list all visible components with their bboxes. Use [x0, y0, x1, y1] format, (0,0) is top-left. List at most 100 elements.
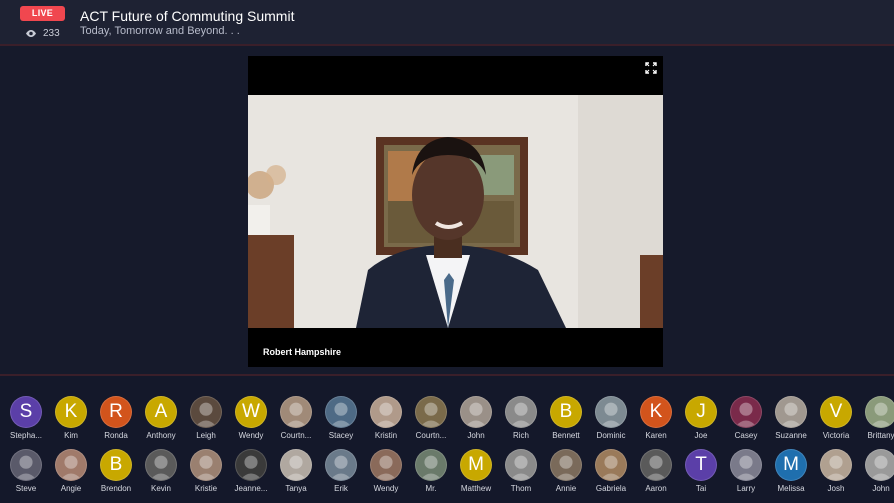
attendee-avatar[interactable] — [55, 449, 87, 481]
attendee-tile[interactable]: B Bennett — [543, 396, 589, 440]
attendee-tile[interactable]: Erik — [318, 449, 364, 493]
attendee-avatar[interactable] — [325, 449, 357, 481]
viewer-count-value: 233 — [43, 27, 60, 39]
fullscreen-icon[interactable] — [645, 62, 657, 74]
attendee-avatar[interactable]: T — [685, 449, 717, 481]
attendee-tile[interactable]: Kevin — [138, 449, 184, 493]
attendee-name: Ronda — [104, 431, 128, 440]
attendee-avatar[interactable] — [280, 396, 312, 428]
attendee-avatar[interactable] — [550, 449, 582, 481]
attendee-tile[interactable]: S Stepha... — [3, 396, 49, 440]
attendee-avatar[interactable] — [505, 449, 537, 481]
attendee-tile[interactable]: Josh — [813, 449, 859, 493]
profile-photo-icon — [824, 455, 848, 480]
attendee-tile[interactable]: Gabriela — [588, 449, 634, 493]
attendee-name: Annie — [555, 484, 577, 493]
attendee-tile[interactable]: Suzanne — [768, 396, 814, 440]
attendee-tile[interactable]: Kristie — [183, 449, 229, 493]
attendee-tile[interactable]: W Wendy — [228, 396, 274, 440]
attendee-avatar[interactable] — [280, 449, 312, 481]
attendee-tile[interactable]: Dominic — [588, 396, 634, 440]
attendee-tile[interactable]: M Matthew — [453, 449, 499, 493]
attendee-tile[interactable]: Brittany — [858, 396, 894, 440]
attendee-avatar[interactable] — [460, 396, 492, 428]
attendee-avatar[interactable] — [370, 449, 402, 481]
attendee-avatar[interactable]: K — [640, 396, 672, 428]
attendee-avatar[interactable] — [730, 449, 762, 481]
attendee-tile[interactable]: Angie — [48, 449, 94, 493]
attendee-avatar[interactable]: M — [775, 449, 807, 481]
attendee-avatar[interactable] — [775, 396, 807, 428]
attendee-avatar[interactable] — [595, 396, 627, 428]
attendee-avatar[interactable] — [415, 449, 447, 481]
attendee-tile[interactable]: Tanya — [273, 449, 319, 493]
attendee-avatar[interactable] — [730, 396, 762, 428]
attendee-tile[interactable]: John — [453, 396, 499, 440]
attendee-avatar[interactable]: S — [10, 396, 42, 428]
attendee-name: Brendon — [100, 484, 132, 493]
attendee-avatar[interactable] — [10, 449, 42, 481]
profile-photo-icon — [14, 455, 38, 480]
attendee-avatar[interactable]: B — [100, 449, 132, 481]
video-player[interactable]: Robert Hampshire — [248, 56, 663, 367]
attendee-tile[interactable]: Leigh — [183, 396, 229, 440]
attendee-avatar[interactable]: A — [145, 396, 177, 428]
attendee-avatar[interactable]: K — [55, 396, 87, 428]
profile-photo-icon — [239, 455, 263, 480]
attendee-tile[interactable]: Aaron — [633, 449, 679, 493]
attendee-avatar[interactable]: M — [460, 449, 492, 481]
attendee-tile[interactable]: Wendy — [363, 449, 409, 493]
attendee-tile[interactable]: Rich — [498, 396, 544, 440]
attendee-avatar[interactable]: R — [100, 396, 132, 428]
attendee-tile[interactable]: Mr. — [408, 449, 454, 493]
attendee-tile[interactable]: Stacey — [318, 396, 364, 440]
attendee-avatar[interactable]: W — [235, 396, 267, 428]
attendee-avatar[interactable] — [820, 449, 852, 481]
attendee-avatar[interactable] — [865, 449, 894, 481]
attendee-tile[interactable]: B Brendon — [93, 449, 139, 493]
attendee-tile[interactable]: M Melissa — [768, 449, 814, 493]
attendee-name: Wendy — [238, 431, 264, 440]
attendee-tile[interactable]: A Anthony — [138, 396, 184, 440]
attendee-tile[interactable]: Annie — [543, 449, 589, 493]
attendee-tile[interactable]: R Ronda — [93, 396, 139, 440]
attendee-name: Mr. — [425, 484, 437, 493]
attendee-avatar[interactable]: B — [550, 396, 582, 428]
attendee-tile[interactable]: Steve — [3, 449, 49, 493]
attendee-avatar[interactable] — [865, 396, 894, 428]
attendee-avatar[interactable] — [640, 449, 672, 481]
attendee-tile[interactable]: Larry — [723, 449, 769, 493]
attendee-tile[interactable]: Courtn... — [273, 396, 319, 440]
attendee-tile[interactable]: Thom — [498, 449, 544, 493]
attendee-avatar[interactable] — [190, 449, 222, 481]
attendee-tile[interactable]: K Karen — [633, 396, 679, 440]
attendee-name: Leigh — [196, 431, 216, 440]
attendee-avatar[interactable] — [415, 396, 447, 428]
attendee-tile[interactable]: Casey — [723, 396, 769, 440]
attendee-tile[interactable]: K Kim — [48, 396, 94, 440]
attendee-avatar[interactable] — [235, 449, 267, 481]
attendee-avatar[interactable]: V — [820, 396, 852, 428]
attendee-tile[interactable]: Kristin — [363, 396, 409, 440]
profile-photo-icon — [869, 455, 893, 480]
attendee-avatar[interactable] — [370, 396, 402, 428]
attendee-avatar[interactable] — [595, 449, 627, 481]
attendee-tile[interactable]: John — [858, 449, 894, 493]
attendee-name: Kevin — [150, 484, 171, 493]
eye-icon — [26, 29, 36, 37]
attendee-avatar[interactable]: J — [685, 396, 717, 428]
attendee-avatar[interactable] — [145, 449, 177, 481]
attendee-name: Aaron — [645, 484, 667, 493]
attendee-name: Steve — [15, 484, 37, 493]
attendee-name: Joe — [694, 431, 708, 440]
attendee-tile[interactable]: Courtn... — [408, 396, 454, 440]
attendee-avatar[interactable] — [325, 396, 357, 428]
attendee-tile[interactable]: J Joe — [678, 396, 724, 440]
attendee-tile[interactable]: V Victoria — [813, 396, 859, 440]
attendee-avatar[interactable] — [190, 396, 222, 428]
profile-photo-icon — [419, 402, 443, 427]
attendee-avatar[interactable] — [505, 396, 537, 428]
attendee-tile[interactable]: Jeanne... — [228, 449, 274, 493]
attendee-tile[interactable]: T Tai — [678, 449, 724, 493]
attendee-name: Jeanne... — [234, 484, 268, 493]
